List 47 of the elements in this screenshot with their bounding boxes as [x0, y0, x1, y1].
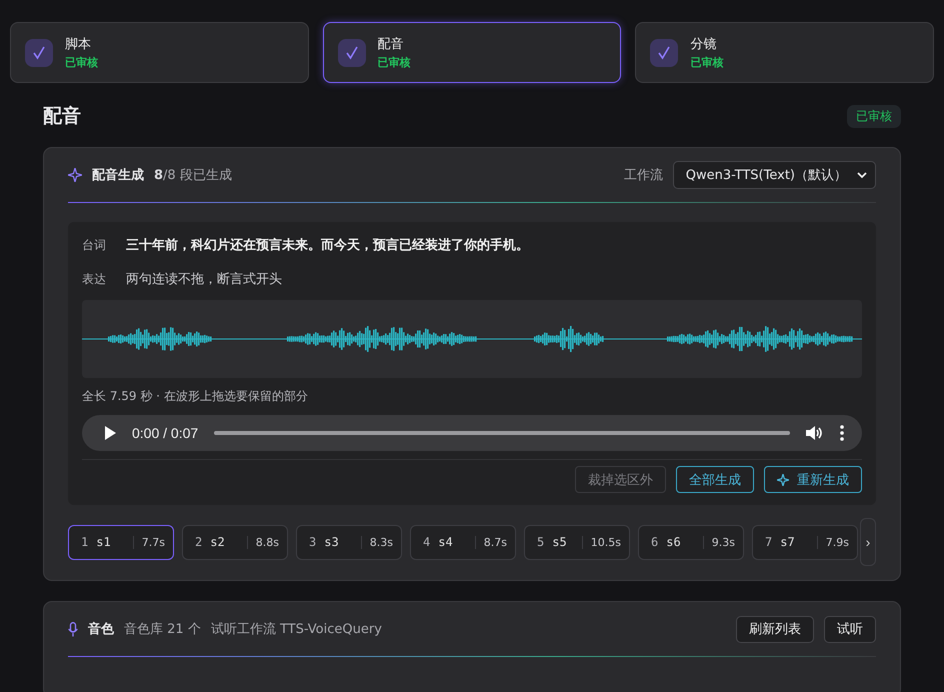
- segment-tab[interactable]: 2 s2 8.8s: [182, 524, 288, 560]
- chevron-down-icon: [857, 172, 867, 178]
- step-card[interactable]: 分镜 已审核: [635, 22, 934, 83]
- sparkle-icon: [777, 474, 789, 486]
- line-text: 三十年前，科幻片还在预言未来。而今天，预言已经装进了你的手机。: [126, 236, 529, 254]
- action-button[interactable]: 全部生成: [676, 466, 754, 493]
- step-status: 已审核: [690, 55, 724, 70]
- microphone-icon: [68, 622, 78, 636]
- check-icon: [650, 38, 678, 66]
- step-title: 配音: [378, 36, 405, 53]
- segment-tab[interactable]: 6 s6 9.3s: [638, 524, 744, 560]
- play-icon[interactable]: [104, 426, 116, 440]
- action-button[interactable]: 重新生成: [764, 466, 862, 493]
- check-icon: [25, 38, 53, 66]
- segment-tab[interactable]: 4 s4 8.7s: [410, 524, 516, 560]
- line-label: 台词: [82, 237, 107, 254]
- duration-hint: 全长 7.59 秒 · 在波形上拖选要保留的部分: [82, 388, 309, 405]
- step-title: 分镜: [690, 36, 718, 53]
- step-status: 已审核: [378, 55, 411, 70]
- playback-time: 0:00 / 0:07: [132, 425, 198, 441]
- step-card[interactable]: 配音 已审核: [322, 22, 622, 83]
- step-status: 已审核: [65, 55, 98, 70]
- expression-label: 表达: [82, 271, 107, 288]
- segment-tab[interactable]: 7 s7 7.9s: [752, 524, 858, 560]
- step-card[interactable]: 脚本 已审核: [10, 22, 309, 83]
- page-title: 配音: [43, 104, 81, 129]
- step-title: 脚本: [65, 36, 92, 53]
- progress-track[interactable]: [214, 431, 790, 435]
- next-button[interactable]: ›: [860, 518, 876, 566]
- voice-button[interactable]: 试听: [824, 616, 876, 642]
- segment-tab[interactable]: 3 s3 8.3s: [296, 524, 402, 560]
- workflow-label: 工作流: [624, 167, 663, 184]
- panel-title: 音色: [88, 620, 114, 638]
- status-badge: 已审核: [847, 104, 901, 128]
- volume-icon[interactable]: [806, 425, 824, 441]
- segment-tab[interactable]: 1 s1 7.7s: [68, 524, 174, 560]
- sparkle-icon: [68, 168, 82, 182]
- more-icon[interactable]: [840, 425, 844, 441]
- workflow-select[interactable]: Qwen3-TTS(Text)（默认）: [672, 161, 876, 189]
- preview-workflow: 试听工作流 TTS-VoiceQuery: [210, 621, 382, 638]
- check-icon: [338, 38, 366, 66]
- voice-library-count: 音色库 21 个: [124, 621, 201, 638]
- generated-count: 8/8 段已生成: [154, 167, 232, 184]
- panel-title: 配音生成: [92, 166, 144, 184]
- segment-tab[interactable]: 5 s5 10.5s: [524, 524, 630, 560]
- voice-button[interactable]: 刷新列表: [736, 616, 814, 642]
- expression-text: 两句连读不拖，断言式开头: [126, 271, 282, 288]
